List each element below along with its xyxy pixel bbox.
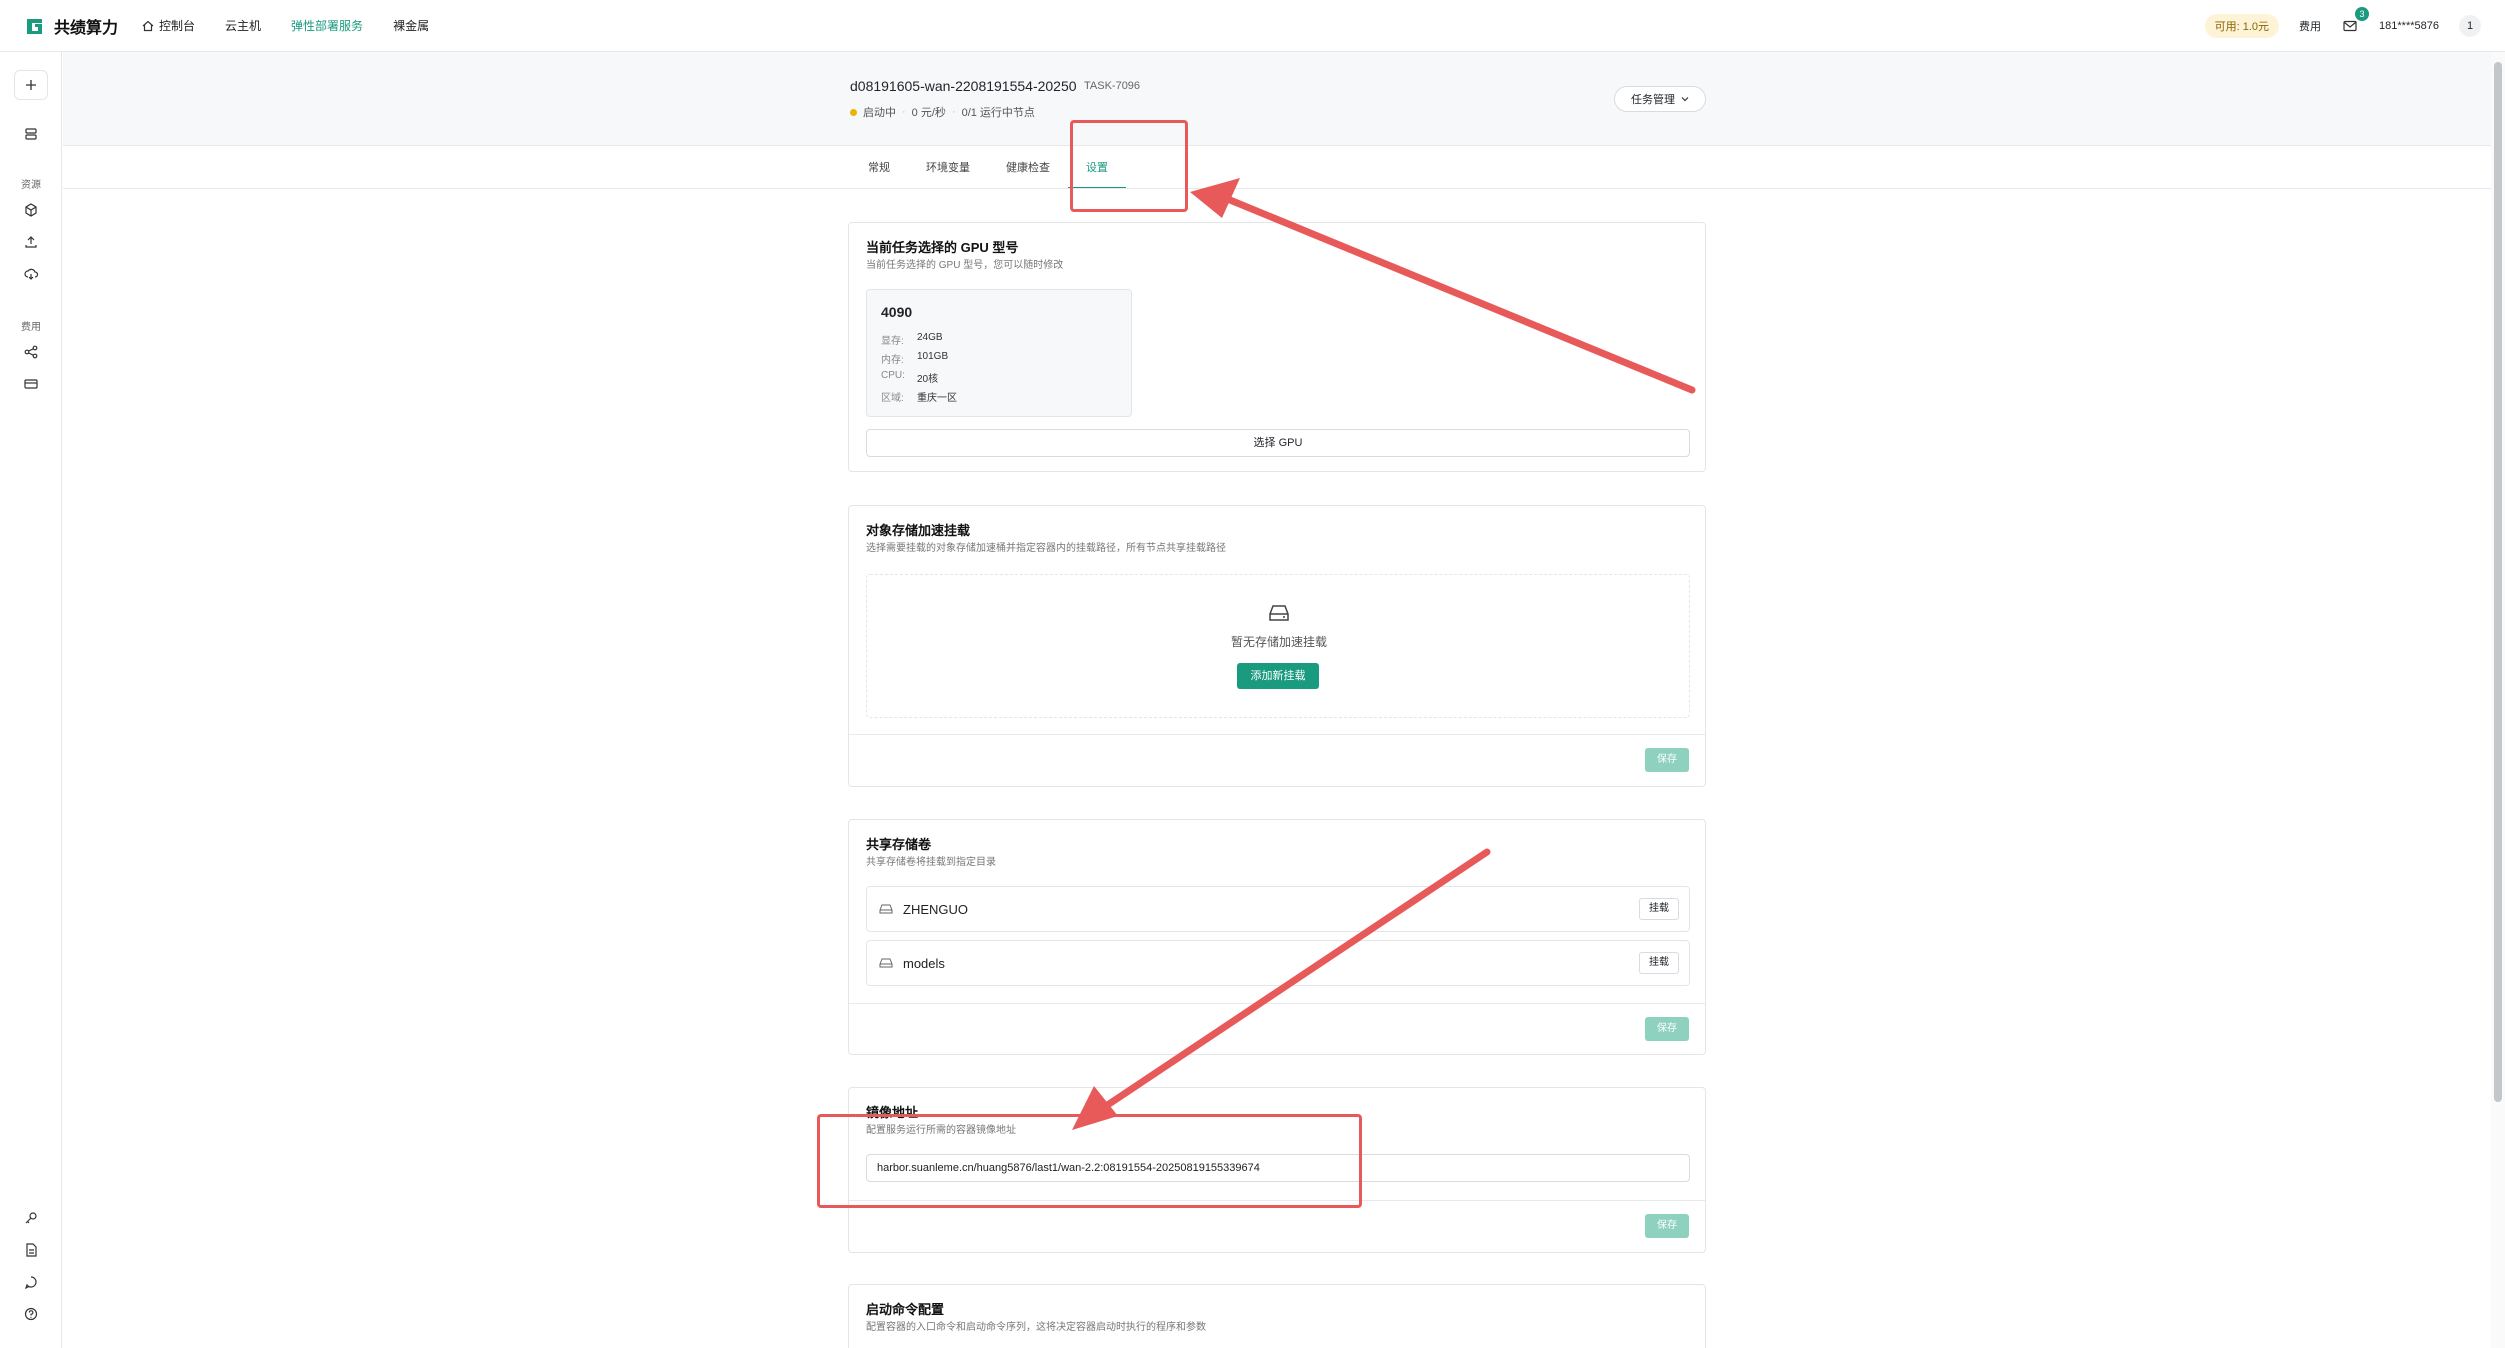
tab-health-check[interactable]: 健康检查: [988, 147, 1068, 189]
brand-name: 共绩算力: [54, 19, 119, 37]
select-gpu-button[interactable]: 选择 GPU: [866, 429, 1690, 457]
mount-button[interactable]: 挂载: [1639, 898, 1679, 920]
storage-mount-card: 对象存储加速挂载 选择需要挂载的对象存储加速桶并指定容器内的挂载路径，所有节点共…: [848, 505, 1706, 787]
avatar[interactable]: 1: [2459, 15, 2481, 37]
cmd-card-desc: 配置容器的入口命令和启动命令序列，这将决定容器启动时执行的程序和参数: [866, 1322, 1206, 1333]
gpu-card-title: 当前任务选择的 GPU 型号: [866, 240, 1019, 255]
task-status: 启动中: [863, 107, 896, 119]
volume-row: ZHENGUO 挂载: [866, 886, 1690, 932]
sidebar-section-resources: 资源: [21, 180, 41, 191]
server-icon[interactable]: [23, 126, 39, 142]
brand[interactable]: 共绩算力: [24, 14, 118, 38]
nav-item-label: 云主机: [225, 19, 262, 33]
nav-item-label: 裸金属: [393, 19, 430, 33]
drive-icon: [879, 958, 893, 968]
brand-logo-icon: [27, 18, 42, 34]
sidebar-section-fees: 费用: [21, 322, 41, 333]
volume-card-title: 共享存储卷: [866, 837, 932, 852]
card-icon[interactable]: [23, 376, 39, 392]
gpu-spec-row: 显存: 24GB: [881, 332, 943, 347]
gpu-name: 4090: [881, 304, 913, 320]
task-nodes: 0/1 运行中节点: [961, 107, 1035, 119]
mount-button[interactable]: 挂载: [1639, 952, 1679, 974]
upload-icon[interactable]: [23, 234, 39, 250]
nav-item-label: 控制台: [159, 19, 196, 33]
drive-icon: [879, 904, 893, 914]
storage-save-button[interactable]: 保存: [1645, 748, 1689, 772]
annotation-box-image-address: [817, 1114, 1362, 1208]
balance-badge[interactable]: 可用: 1.0元: [2204, 14, 2280, 38]
left-sidebar: 资源 费用: [0, 52, 62, 1348]
chevron-down-icon: [1681, 97, 1689, 102]
nav-item-label: 弹性部署服务: [291, 19, 364, 33]
document-icon[interactable]: [23, 1242, 39, 1258]
volume-name: ZHENGUO: [903, 901, 968, 917]
cmd-card-title: 启动命令配置: [866, 1302, 945, 1317]
task-title: d08191605-wan-2208191554-20250: [850, 78, 1077, 94]
shared-volume-card: 共享存储卷 共享存储卷将挂载到指定目录 ZHENGUO 挂载 models 挂载…: [848, 819, 1706, 1055]
gpu-spec-row: 区域: 重庆一区: [881, 393, 957, 404]
gpu-spec-row: CPU: 20核: [881, 370, 939, 385]
annotation-box-settings-tab: [1070, 120, 1188, 212]
gpu-spec-row: 内存: 101GB: [881, 351, 949, 366]
nav-item-console[interactable]: 控制台: [142, 17, 195, 34]
task-header: [63, 52, 2493, 146]
cube-icon[interactable]: [23, 202, 39, 218]
nav-item-elastic-deploy[interactable]: 弹性部署服务: [291, 17, 363, 34]
nav-item-bare-metal[interactable]: 裸金属: [393, 17, 429, 34]
volume-card-desc: 共享存储卷将挂载到指定目录: [866, 857, 996, 868]
add-mount-button[interactable]: 添加新挂载: [1237, 663, 1319, 689]
chat-icon[interactable]: [23, 1274, 39, 1290]
status-dot: [850, 108, 857, 116]
tab-general[interactable]: 常规: [850, 147, 908, 189]
scroll-thumb[interactable]: [2494, 62, 2502, 1102]
nav-item-cloud-host[interactable]: 云主机: [225, 17, 261, 34]
mail-icon: [2343, 20, 2357, 32]
share-icon[interactable]: [23, 344, 39, 360]
task-manage-label: 任务管理: [1631, 94, 1675, 106]
storage-empty-state: 暂无存储加速挂载 添加新挂载: [866, 574, 1690, 718]
task-manage-dropdown[interactable]: 任务管理: [1614, 86, 1706, 112]
startup-command-card: 启动命令配置 配置容器的入口命令和启动命令序列，这将决定容器启动时执行的程序和参…: [848, 1284, 1706, 1348]
volume-save-button[interactable]: 保存: [1645, 1017, 1689, 1041]
top-navbar: 共绩算力 控制台 云主机 弹性部署服务 裸金属 可用: 1.0元 费用 3 18…: [0, 0, 2505, 52]
storage-empty-text: 暂无存储加速挂载: [1230, 635, 1327, 649]
gpu-spec-box: 4090 显存: 24GB 内存: 101GB CPU: 20核 区域: 重庆一区: [866, 289, 1132, 417]
tab-env-vars[interactable]: 环境变量: [908, 147, 988, 189]
sidebar-add-button[interactable]: [14, 70, 48, 100]
main-nav: 控制台 云主机 弹性部署服务 裸金属: [142, 17, 429, 34]
user-phone[interactable]: 181****5876: [2379, 20, 2439, 32]
top-right-area: 可用: 1.0元 费用 3 181****5876 1: [2204, 0, 2481, 52]
storage-card-desc: 选择需要挂载的对象存储加速桶并指定容器内的挂载路径，所有节点共享挂载路径: [866, 543, 1226, 554]
storage-card-title: 对象存储加速挂载: [866, 523, 971, 538]
volume-row: models 挂载: [866, 940, 1690, 986]
page-scrollbar[interactable]: [2491, 52, 2505, 1348]
gpu-card: 当前任务选择的 GPU 型号 当前任务选择的 GPU 型号，您可以随时修改 40…: [848, 222, 1706, 472]
cloud-icon[interactable]: [23, 266, 39, 282]
gpu-card-desc: 当前任务选择的 GPU 型号，您可以随时修改: [866, 260, 1064, 271]
help-icon[interactable]: [23, 1306, 39, 1322]
task-code: TASK-7096: [1084, 80, 1141, 92]
home-icon: [142, 20, 154, 31]
task-price: 0 元/秒: [911, 107, 946, 119]
key-icon[interactable]: [23, 1210, 39, 1226]
image-save-button[interactable]: 保存: [1645, 1214, 1689, 1238]
hard-drive-icon: [1269, 605, 1289, 621]
task-status-row: 启动中 · 0 元/秒 · 0/1 运行中节点: [850, 104, 1035, 120]
mail-count-badge: 3: [2355, 7, 2370, 21]
plus-icon: [26, 80, 36, 90]
volume-name: models: [903, 955, 945, 971]
fee-link[interactable]: 费用: [2299, 18, 2321, 34]
mail-button[interactable]: 3: [2341, 7, 2370, 35]
